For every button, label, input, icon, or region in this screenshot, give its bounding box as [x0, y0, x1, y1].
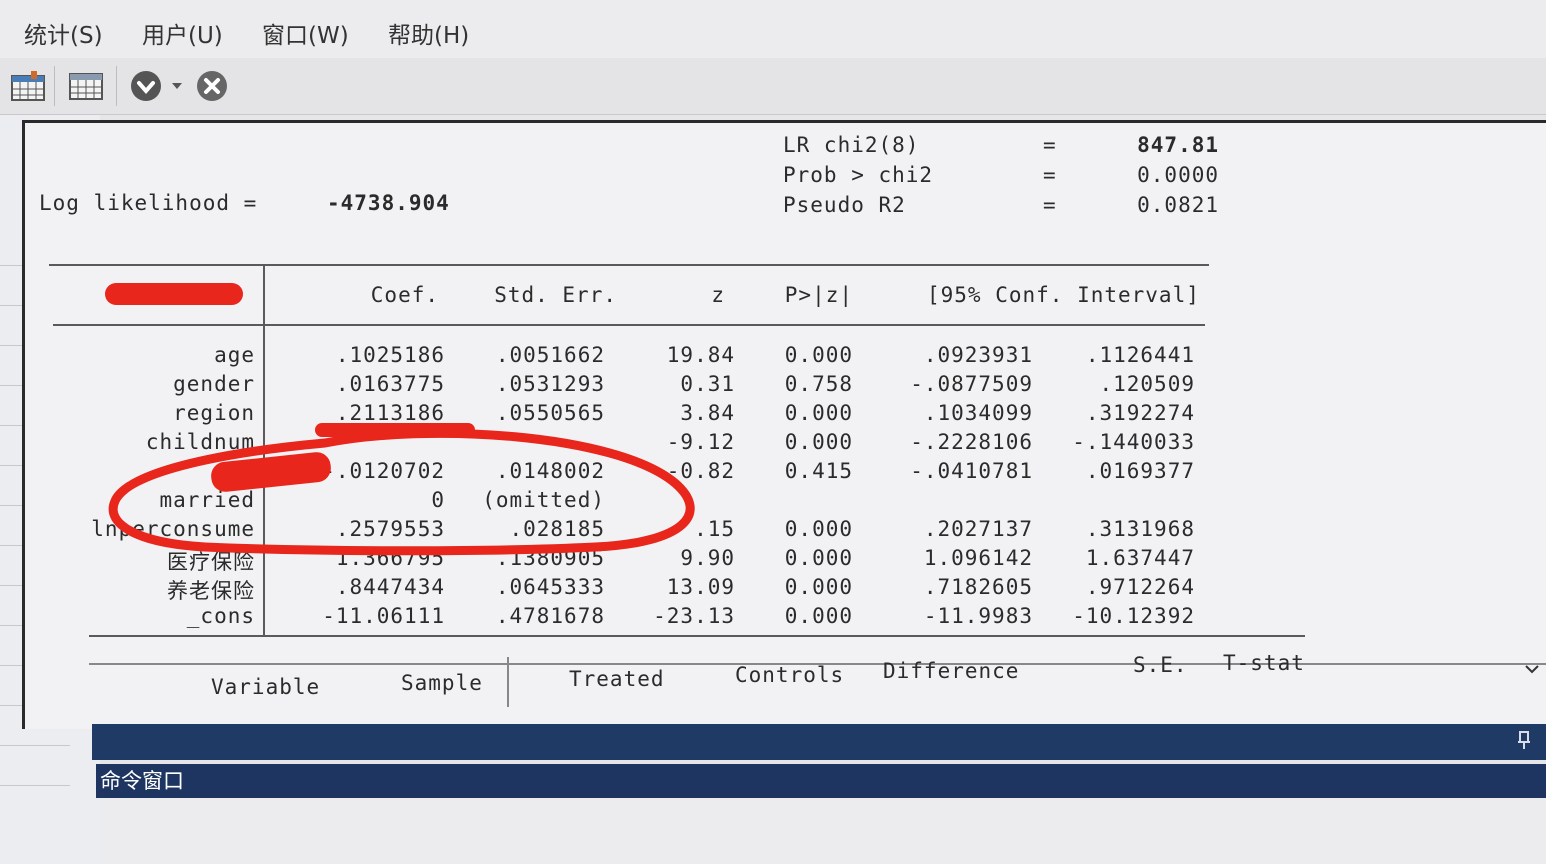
- menu-user[interactable]: 用户(U): [142, 16, 223, 50]
- annotation-circle: [108, 428, 695, 556]
- row-coef: .1025186: [335, 343, 445, 367]
- menu-bar: 统计(S) 用户(U) 窗口(W) 帮助(H): [0, 0, 1546, 58]
- row-ci-high: 1.637447: [1085, 546, 1195, 570]
- stat-label: Pseudo R2: [783, 193, 906, 217]
- row-z: 3.84: [680, 401, 735, 425]
- row-se: .4781678: [495, 604, 605, 628]
- row-se: .0550565: [495, 401, 605, 425]
- stat-eq: =: [1043, 193, 1057, 217]
- stat-label: Prob > chi2: [783, 163, 934, 187]
- row-z: 19.84: [666, 343, 735, 367]
- log-likelihood-value: -4738.904: [327, 191, 450, 215]
- column-header: Controls: [735, 663, 845, 687]
- column-header: Treated: [569, 667, 665, 691]
- menu-help[interactable]: 帮助(H): [388, 16, 469, 50]
- row-ci-high: .120509: [1099, 372, 1195, 396]
- row-variable: age: [214, 343, 255, 367]
- row-ci-low: -.2228106: [910, 430, 1033, 454]
- row-p: 0.758: [784, 372, 853, 396]
- row-z: 0.31: [680, 372, 735, 396]
- log-likelihood-label: Log likelihood =: [39, 191, 258, 215]
- row-se: .0531293: [495, 372, 605, 396]
- row-ci-low: .7182605: [923, 575, 1033, 599]
- column-header: Variable: [211, 675, 321, 699]
- row-ci-low: -11.9983: [923, 604, 1033, 628]
- column-header: Coef.: [370, 283, 439, 307]
- row-z: -23.13: [653, 604, 735, 628]
- row-p: 0.000: [784, 430, 853, 454]
- row-ci-low: .1034099: [923, 401, 1033, 425]
- pin-icon[interactable]: [1516, 730, 1532, 754]
- column-header: T-stat: [1223, 651, 1305, 675]
- column-header: [95% Conf. Interval]: [927, 283, 1200, 307]
- command-window-title: 命令窗口: [96, 764, 1546, 798]
- row-ci-high: .0169377: [1085, 459, 1195, 483]
- row-ci-low: 1.096142: [923, 546, 1033, 570]
- row-p: 0.000: [784, 546, 853, 570]
- row-coef: .0163775: [335, 372, 445, 396]
- row-ci-high: -.1440033: [1072, 430, 1195, 454]
- column-header: Std. Err.: [494, 283, 617, 307]
- column-header: z: [711, 283, 725, 307]
- row-se: .0051662: [495, 343, 605, 367]
- row-coef: -11.06111: [322, 604, 445, 628]
- column-header: Sample: [401, 671, 483, 695]
- column-header: Difference: [883, 659, 1020, 683]
- down-circle-icon[interactable]: [126, 66, 166, 106]
- data-editor-icon[interactable]: [8, 66, 48, 106]
- row-ci-low: .2027137: [923, 517, 1033, 541]
- row-coef: .8447434: [335, 575, 445, 599]
- row-ci-high: -10.12392: [1072, 604, 1195, 628]
- row-variable: gender: [173, 372, 255, 396]
- menu-statistics[interactable]: 统计(S): [24, 16, 103, 50]
- stat-label: LR chi2(8): [783, 133, 920, 157]
- row-ci-low: -.0410781: [910, 459, 1033, 483]
- row-variable: region: [173, 401, 255, 425]
- row-z: 13.09: [666, 575, 735, 599]
- row-se: .0645333: [495, 575, 605, 599]
- scroll-down-icon[interactable]: [1525, 659, 1539, 678]
- command-input[interactable]: [100, 798, 1546, 864]
- row-coef: .2113186: [335, 401, 445, 425]
- stat-eq: =: [1043, 133, 1057, 157]
- row-p: 0.415: [784, 459, 853, 483]
- row-ci-high: .3192274: [1085, 401, 1195, 425]
- row-p: 0.000: [784, 343, 853, 367]
- stat-value: 0.0821: [1137, 193, 1219, 217]
- column-header: S.E.: [1133, 653, 1188, 677]
- redaction-scribble: [105, 283, 243, 305]
- column-header: P>|z|: [784, 283, 853, 307]
- row-p: 0.000: [784, 604, 853, 628]
- command-window-titlebar: [92, 724, 1546, 760]
- row-ci-low: -.0877509: [910, 372, 1033, 396]
- data-browser-icon[interactable]: [66, 66, 106, 106]
- row-ci-high: .1126441: [1085, 343, 1195, 367]
- break-icon[interactable]: [192, 66, 232, 106]
- row-p: 0.000: [784, 517, 853, 541]
- row-variable: 养老保险: [167, 579, 255, 603]
- stat-eq: =: [1043, 163, 1057, 187]
- row-variable: _cons: [186, 604, 255, 628]
- results-window: Log likelihood = -4738.904 LR chi2(8) = …: [22, 120, 1546, 729]
- menu-window[interactable]: 窗口(W): [262, 16, 349, 50]
- row-p: 0.000: [784, 401, 853, 425]
- row-p: 0.000: [784, 575, 853, 599]
- row-ci-high: .3131968: [1085, 517, 1195, 541]
- row-ci-low: .0923931: [923, 343, 1033, 367]
- row-ci-high: .9712264: [1085, 575, 1195, 599]
- dropdown-arrow-icon[interactable]: [164, 66, 190, 106]
- stat-value: 847.81: [1137, 133, 1219, 157]
- stat-value: 0.0000: [1137, 163, 1219, 187]
- toolbar: [0, 58, 1546, 115]
